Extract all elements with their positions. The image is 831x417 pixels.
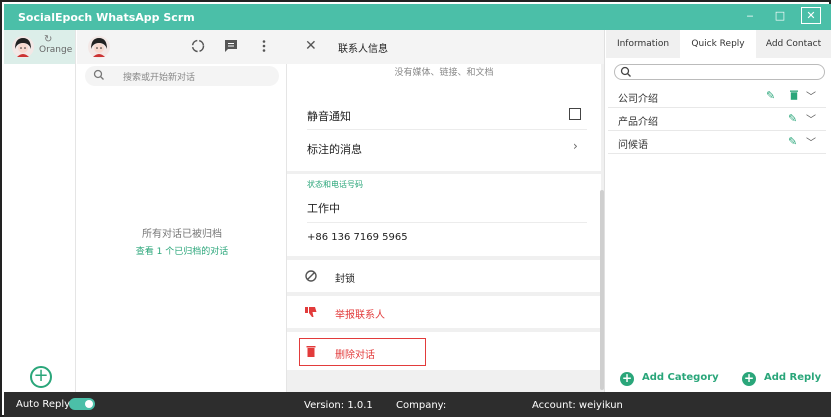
settings-section: 静音通知 标注的消息 › <box>287 98 601 171</box>
close-icon[interactable]: ✕ <box>305 38 317 54</box>
edit-icon[interactable]: ✎ <box>788 135 797 148</box>
starred-messages-row[interactable]: 标注的消息 › <box>307 131 587 163</box>
archived-notice: 所有对话已被归档 <box>142 229 222 240</box>
contact-info-panel: ✕ 联系人信息 没有媒体、链接、和文档 静音通知 标注的消息 › 状态和电话号码… <box>287 30 605 392</box>
status-section-label: 状态和电话号码 <box>307 180 363 189</box>
category-label: 问候语 <box>618 140 648 151</box>
avatar[interactable] <box>87 35 111 59</box>
chat-list-header <box>77 30 287 64</box>
status-section: 状态和电话号码 工作中 +86 136 7169 5965 <box>287 174 601 256</box>
tab-add-contact[interactable]: Add Contact <box>756 30 831 58</box>
category-row[interactable]: 产品介绍 ✎ ﹀ <box>608 108 826 131</box>
report-label: 举报联系人 <box>335 310 385 321</box>
quick-reply-panel: Information Quick Reply Add Contact 公司介绍… <box>606 30 831 392</box>
category-label: 公司介绍 <box>618 94 658 105</box>
app-title: SocialEpoch WhatsApp Scrm <box>18 11 195 24</box>
account-card[interactable]: ↻ Orange <box>4 30 75 64</box>
delete-chat-button[interactable]: 删除对话 <box>287 332 601 370</box>
chevron-down-icon[interactable]: ﹀ <box>806 88 816 103</box>
account-sidebar: ↻ Orange + <box>4 30 76 392</box>
contact-info-title: 联系人信息 <box>338 44 388 55</box>
search-icon <box>620 66 631 77</box>
phone-number: +86 136 7169 5965 <box>307 232 408 243</box>
about-text: 工作中 <box>307 202 340 215</box>
thumbs-down-icon <box>305 307 317 317</box>
search-placeholder: 搜索或开始新对话 <box>123 73 196 83</box>
chevron-down-icon[interactable]: ﹀ <box>806 134 816 149</box>
version-text: Version: 1.0.1 <box>304 400 373 411</box>
account-text: Account: weiyikun <box>532 400 623 411</box>
new-chat-icon[interactable] <box>223 38 239 54</box>
title-bar: SocialEpoch WhatsApp Scrm ‒ □ ✕ <box>4 4 831 30</box>
plus-icon: + <box>620 371 634 386</box>
category-row[interactable]: 公司介绍 ✎ ﹀ <box>608 85 826 108</box>
divider <box>307 222 587 223</box>
block-label: 封锁 <box>335 274 355 285</box>
mute-checkbox[interactable] <box>569 108 581 120</box>
quick-reply-search-input[interactable] <box>614 64 825 80</box>
starred-label: 标注的消息 <box>307 143 362 156</box>
add-reply-label: Add Reply <box>764 372 822 383</box>
add-account-button[interactable]: + <box>30 366 52 388</box>
tab-bar: Information Quick Reply Add Contact <box>606 30 831 58</box>
edit-icon[interactable]: ✎ <box>766 89 775 102</box>
block-button[interactable]: 封锁 <box>287 260 601 292</box>
auto-reply-toggle[interactable] <box>69 398 95 410</box>
refresh-icon[interactable]: ↻ <box>44 34 52 45</box>
tab-information[interactable]: Information <box>606 30 680 58</box>
add-reply-button[interactable]: + Add Reply <box>742 370 822 388</box>
account-name: Orange <box>39 45 73 55</box>
tab-quick-reply[interactable]: Quick Reply <box>680 30 756 58</box>
search-icon <box>93 69 104 80</box>
add-category-button[interactable]: + Add Category <box>620 370 720 388</box>
no-media-text: 没有媒体、链接、和文档 <box>394 68 494 78</box>
company-text: Company: <box>396 400 447 411</box>
auto-reply-label: Auto Reply <box>16 399 71 410</box>
add-category-label: Add Category <box>642 372 719 383</box>
chevron-right-icon: › <box>573 139 578 153</box>
search-input[interactable]: 搜索或开始新对话 <box>85 66 279 86</box>
avatar <box>12 36 34 58</box>
status-bar: Auto Reply Version: 1.0.1 Company: Accou… <box>4 392 831 417</box>
contact-info-header: ✕ 联系人信息 <box>287 30 604 64</box>
app-window: SocialEpoch WhatsApp Scrm ‒ □ ✕ ↻ Orange… <box>0 0 831 417</box>
plus-icon: + <box>742 371 756 386</box>
menu-icon[interactable] <box>256 38 272 54</box>
chevron-down-icon[interactable]: ﹀ <box>806 111 816 126</box>
report-contact-button[interactable]: 举报联系人 <box>287 296 601 328</box>
category-row[interactable]: 问候语 ✎ ﹀ <box>608 131 826 154</box>
trash-icon <box>306 346 316 357</box>
block-icon <box>305 270 317 282</box>
close-icon[interactable]: ✕ <box>801 7 821 24</box>
mute-label: 静音通知 <box>307 110 351 123</box>
category-label: 产品介绍 <box>618 117 658 128</box>
mute-notifications-row[interactable]: 静音通知 <box>307 98 587 130</box>
maximize-icon[interactable]: □ <box>771 8 789 24</box>
chat-list-panel: 搜索或开始新对话 所有对话已被归档 查看 1 个已归档的对话 <box>77 30 287 392</box>
view-archived-link[interactable]: 查看 1 个已归档的对话 <box>77 244 287 257</box>
minimize-icon[interactable]: ‒ <box>741 8 759 24</box>
status-icon[interactable] <box>190 38 206 54</box>
trash-icon[interactable] <box>788 89 800 101</box>
scrollbar[interactable] <box>600 190 604 390</box>
delete-label: 删除对话 <box>335 350 375 361</box>
edit-icon[interactable]: ✎ <box>788 112 797 125</box>
